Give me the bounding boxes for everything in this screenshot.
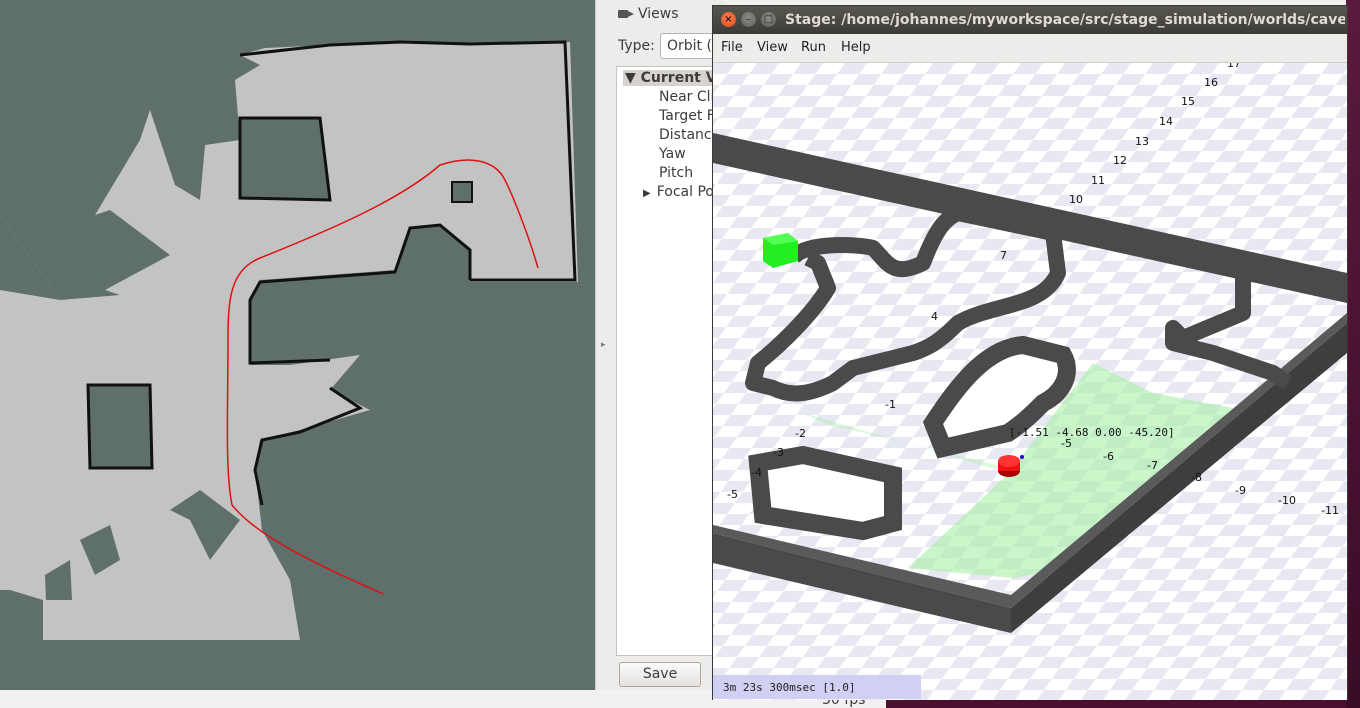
- menu-view[interactable]: View: [757, 40, 788, 55]
- axis-label--5: -5: [727, 488, 738, 501]
- axis-label-7: 7: [1000, 249, 1007, 262]
- axis-label--3: -3: [773, 446, 784, 459]
- stage-scene: [-1.51 -4.68 0.00 -45.20] 10 11 12 13 14…: [713, 63, 1347, 700]
- map-obstacle-top: [238, 116, 332, 202]
- axis-label-y-10: 10: [1069, 193, 1083, 206]
- axis-label-x--6: -6: [1103, 450, 1114, 463]
- axis-label-y-16: 16: [1204, 76, 1218, 89]
- axis-label-x--11: -11: [1321, 504, 1339, 517]
- axis-label-x--8: -8: [1191, 471, 1202, 484]
- stage-window: × – □ Stage: /home/johannes/myworkspace/…: [712, 5, 1348, 700]
- splitter-handle-icon[interactable]: ▸: [601, 340, 606, 350]
- tree-item-pitch[interactable]: Pitch: [659, 165, 693, 181]
- robot-pose-readout: [-1.51 -4.68 0.00 -45.20]: [1009, 426, 1175, 439]
- views-panel: Views Type: Orbit (r ▼ Current Vi Near C…: [614, 0, 743, 690]
- axis-label-y-13: 13: [1135, 135, 1149, 148]
- tree-item-near-clip[interactable]: Near Cli: [659, 89, 714, 105]
- occupancy-map: [0, 40, 578, 640]
- tree-item-target-frame[interactable]: Target F: [659, 108, 715, 124]
- axis-label-4: 4: [931, 310, 938, 323]
- axis-label-x--7: -7: [1147, 459, 1158, 472]
- camera-icon: [618, 9, 634, 19]
- stage-titlebar[interactable]: × – □ Stage: /home/johannes/myworkspace/…: [713, 6, 1347, 34]
- close-window-button[interactable]: ×: [721, 12, 736, 27]
- axis-label-x--9: -9: [1235, 484, 1246, 497]
- menu-help[interactable]: Help: [841, 40, 871, 55]
- tree-item-yaw[interactable]: Yaw: [659, 146, 686, 162]
- axis-label-y-14: 14: [1159, 115, 1173, 128]
- expand-down-icon[interactable]: ▼: [625, 70, 636, 86]
- menu-run[interactable]: Run: [801, 40, 826, 55]
- axis-label--2: -2: [795, 427, 806, 440]
- menu-file[interactable]: File: [721, 40, 743, 55]
- stage-3d-canvas[interactable]: [-1.51 -4.68 0.00 -45.20] 10 11 12 13 14…: [713, 63, 1347, 700]
- axis-label-y-15: 15: [1181, 95, 1195, 108]
- map-unknown-wedge-4: [0, 215, 60, 300]
- axis-label-x--10: -10: [1278, 494, 1296, 507]
- axis-label--4: -4: [751, 466, 762, 479]
- axis-label-y-12: 12: [1113, 154, 1127, 167]
- type-label: Type:: [618, 38, 655, 54]
- cave-wall-lower-box: [748, 445, 902, 541]
- stage-window-title: Stage: /home/johannes/myworkspace/src/st…: [785, 12, 1345, 28]
- axis-label-y-17: 17: [1227, 63, 1241, 70]
- axis-label-x--5: -5: [1061, 437, 1072, 450]
- stage-status-bar: 3m 23s 300msec [1.0]: [713, 675, 921, 699]
- desktop-background-right: [1346, 0, 1360, 708]
- tree-item-focal-point[interactable]: ▶ Focal Po: [643, 184, 714, 200]
- views-panel-header: Views: [618, 6, 679, 22]
- axis-label-y-11: 11: [1091, 174, 1105, 187]
- maximize-window-button[interactable]: □: [761, 12, 776, 27]
- map-obstacle-small: [451, 181, 473, 203]
- map-display[interactable]: [0, 0, 595, 690]
- axis-label--1: -1: [885, 398, 896, 411]
- stage-menubar: File View Run Help: [713, 34, 1347, 63]
- map-obstacle-left: [86, 383, 154, 470]
- save-view-button[interactable]: Save: [619, 662, 701, 687]
- minimize-window-button[interactable]: –: [741, 12, 756, 27]
- views-title: Views: [638, 6, 679, 22]
- expand-right-icon[interactable]: ▶: [643, 188, 651, 199]
